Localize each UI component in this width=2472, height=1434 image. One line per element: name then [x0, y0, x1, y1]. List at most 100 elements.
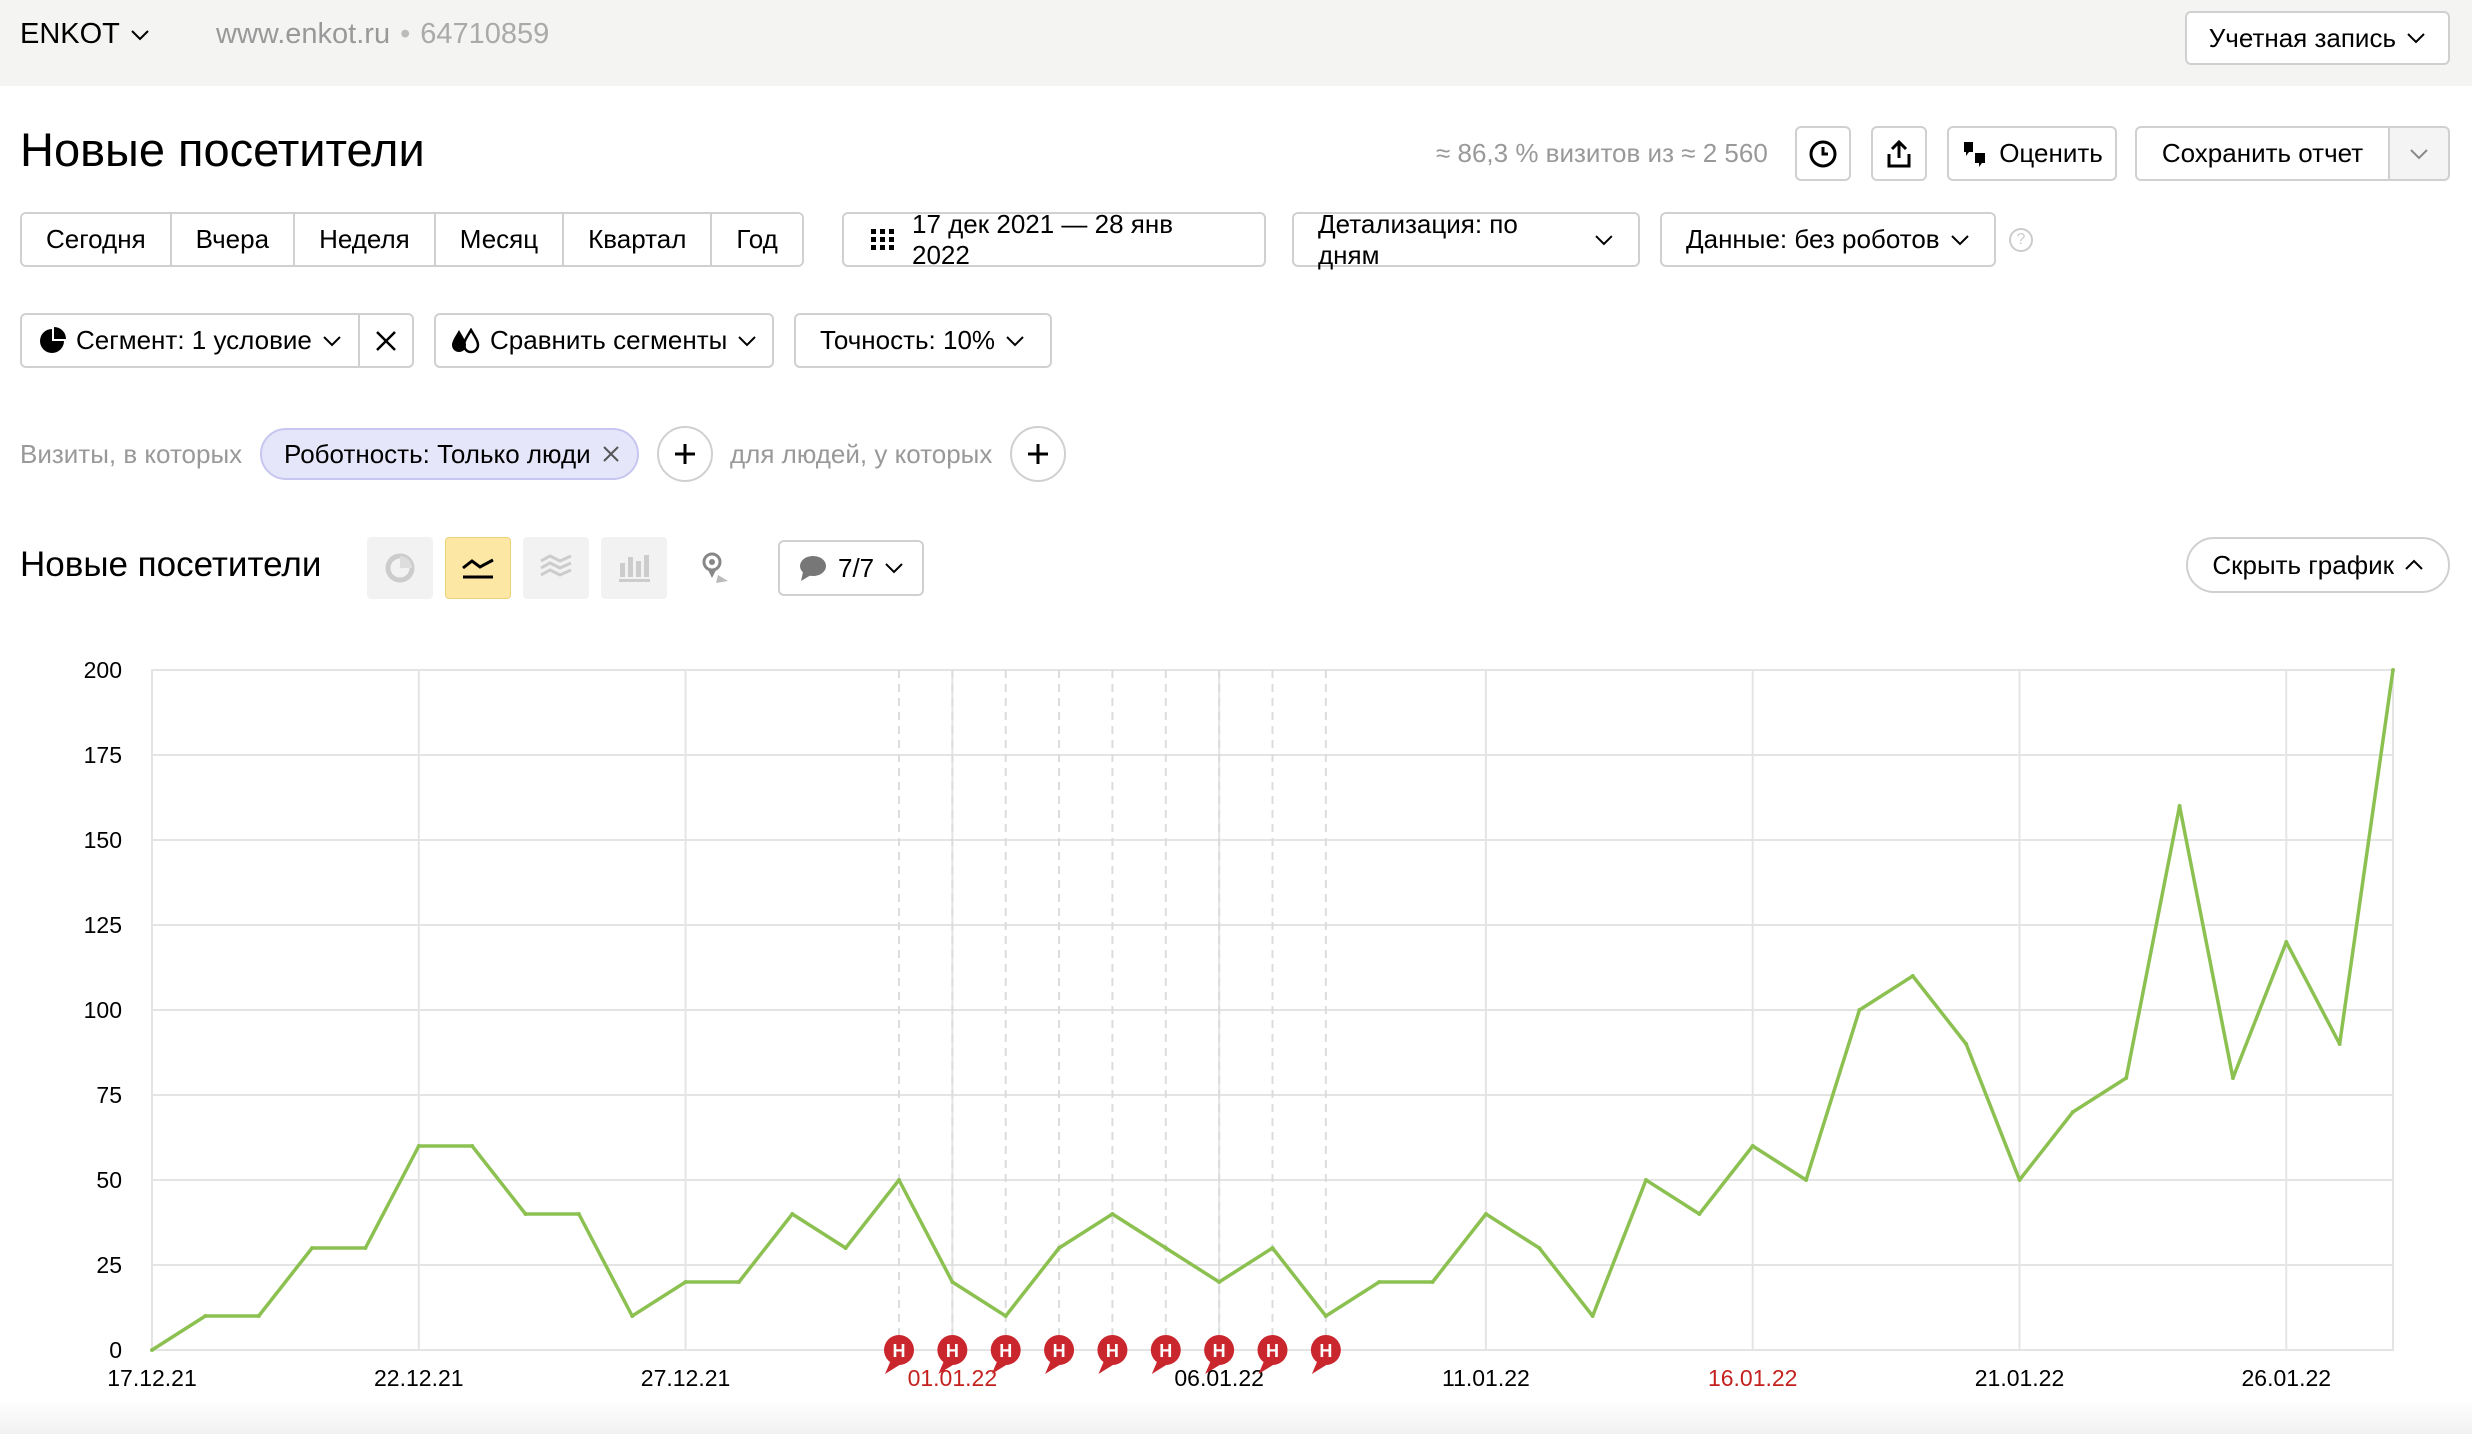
- save-report-button[interactable]: Сохранить отчет: [2135, 126, 2390, 181]
- chevron-down-icon: [323, 335, 341, 346]
- data-point: [1750, 1144, 1755, 1148]
- counter-id: 64710859: [420, 18, 550, 50]
- period-year[interactable]: Год: [712, 214, 802, 265]
- chart-type-line[interactable]: [445, 537, 511, 599]
- data-point: [1003, 1314, 1008, 1318]
- visits-info: ≈ 86,3 % визитов из ≈ 2 560: [1436, 138, 1768, 168]
- period-today[interactable]: Сегодня: [22, 214, 172, 265]
- help-icon[interactable]: ?: [2009, 228, 2033, 252]
- data-point: [150, 1348, 154, 1352]
- detail-select[interactable]: Детализация: по дням: [1292, 209, 1640, 270]
- bottom-strip: [0, 1400, 2472, 1434]
- separator: •: [400, 18, 411, 50]
- filter-chip-label: Роботность: Только люди: [284, 438, 591, 469]
- chevron-down-icon: [2410, 148, 2428, 159]
- site-info: www.enkot.ru • 64710859: [216, 18, 549, 51]
- site-name: ENKOT: [20, 18, 120, 50]
- site-url[interactable]: www.enkot.ru: [216, 18, 390, 50]
- data-point: [1697, 1212, 1702, 1216]
- notes-count: 7/7: [838, 552, 875, 583]
- close-icon[interactable]: [601, 444, 621, 464]
- holiday-marker-label: Н: [893, 1341, 906, 1361]
- pie-chart-icon: [40, 326, 66, 353]
- chevron-down-icon: [1006, 335, 1024, 346]
- data-point: [1217, 1280, 1222, 1284]
- segment-clear-button[interactable]: [360, 315, 412, 366]
- x-tick-label: 21.01.22: [1975, 1365, 2065, 1391]
- export-button[interactable]: [1871, 126, 1927, 181]
- data-point: [790, 1212, 795, 1216]
- account-button[interactable]: Учетная запись: [2184, 11, 2450, 65]
- hide-chart-button[interactable]: Скрыть график: [2186, 537, 2450, 593]
- chart-title: Новые посетители: [20, 545, 322, 584]
- holiday-marker-label: Н: [1319, 1341, 1332, 1361]
- plus-icon: [1028, 444, 1048, 464]
- add-people-condition-button[interactable]: [1010, 426, 1066, 482]
- map-pin-icon: [702, 552, 728, 583]
- chart-type-pie[interactable]: [367, 537, 433, 599]
- y-tick-label: 75: [96, 1082, 122, 1108]
- y-tick-label: 50: [96, 1167, 122, 1193]
- data-point: [1857, 1008, 1862, 1012]
- compare-segments-button[interactable]: Сравнить сегменты: [434, 313, 774, 368]
- chevron-down-icon: [2407, 33, 2425, 44]
- page: ENKOT www.enkot.ru • 64710859 Учетная запи…: [0, 0, 2472, 1434]
- site-selector[interactable]: ENKOT: [20, 18, 150, 51]
- filter-chip[interactable]: Роботность: Только люди: [260, 428, 639, 480]
- data-point: [843, 1246, 848, 1250]
- holiday-marker-label: Н: [946, 1341, 959, 1361]
- holiday-marker-label: Н: [1213, 1341, 1226, 1361]
- data-point: [1590, 1314, 1595, 1318]
- segment-select[interactable]: Сегмент: 1 условие: [22, 315, 360, 366]
- chart-type-map[interactable]: [681, 537, 747, 599]
- y-tick-label: 100: [84, 997, 122, 1023]
- chart-type-area[interactable]: [523, 537, 589, 599]
- data-point: [1057, 1246, 1062, 1250]
- data-filter-select[interactable]: Данные: без роботов: [1660, 212, 1996, 267]
- x-tick-label: 16.01.22: [1708, 1365, 1798, 1391]
- save-options-button[interactable]: [2388, 126, 2450, 181]
- drops-icon: [452, 327, 480, 353]
- share-icon: [1887, 139, 1911, 167]
- people-filter-label: для людей, у которых: [730, 439, 993, 469]
- rate-button[interactable]: Оценить: [1947, 126, 2117, 181]
- period-month[interactable]: Месяц: [435, 214, 565, 265]
- period-yesterday[interactable]: Вчера: [171, 214, 296, 265]
- data-point: [2124, 1076, 2129, 1080]
- data-point: [416, 1144, 421, 1148]
- data-point: [523, 1212, 528, 1216]
- y-tick-label: 25: [96, 1252, 122, 1278]
- x-tick-label: 27.12.21: [641, 1365, 731, 1391]
- add-visit-condition-button[interactable]: [657, 426, 713, 482]
- x-tick-label: 11.01.22: [1442, 1365, 1530, 1391]
- account-label: Учетная запись: [2208, 22, 2396, 53]
- pie-chart-icon: [385, 553, 415, 583]
- compare-segments-label: Сравнить сегменты: [490, 325, 728, 355]
- chevron-down-icon: [738, 335, 757, 346]
- period-week[interactable]: Неделя: [295, 214, 436, 265]
- data-point: [1910, 974, 1915, 978]
- thumbs-icon: [1964, 141, 1986, 167]
- y-tick-label: 0: [109, 1337, 122, 1363]
- holiday-marker-label: Н: [1266, 1341, 1279, 1361]
- accuracy-select[interactable]: Точность: 10%: [794, 313, 1052, 368]
- data-point: [683, 1280, 688, 1284]
- line-chart-icon: [462, 558, 494, 579]
- chevron-down-icon: [131, 29, 149, 40]
- y-tick-label: 125: [84, 912, 122, 938]
- data-point: [203, 1314, 208, 1318]
- data-point: [1537, 1246, 1542, 1250]
- date-range-picker[interactable]: 17 дек 2021 — 28 янв 2022: [842, 209, 1266, 270]
- close-icon: [376, 330, 396, 351]
- y-tick-label: 150: [84, 827, 122, 853]
- history-button[interactable]: [1795, 126, 1851, 181]
- segment-control: Сегмент: 1 условие: [20, 313, 414, 368]
- period-quarter[interactable]: Квартал: [564, 214, 713, 265]
- data-point: [256, 1314, 261, 1318]
- data-point: [2070, 1110, 2075, 1114]
- chart-type-bar[interactable]: [601, 537, 667, 599]
- data-point: [1430, 1280, 1435, 1284]
- save-report-label: Сохранить отчет: [2161, 138, 2364, 168]
- notes-button[interactable]: 7/7: [778, 540, 925, 596]
- data-point: [630, 1314, 635, 1318]
